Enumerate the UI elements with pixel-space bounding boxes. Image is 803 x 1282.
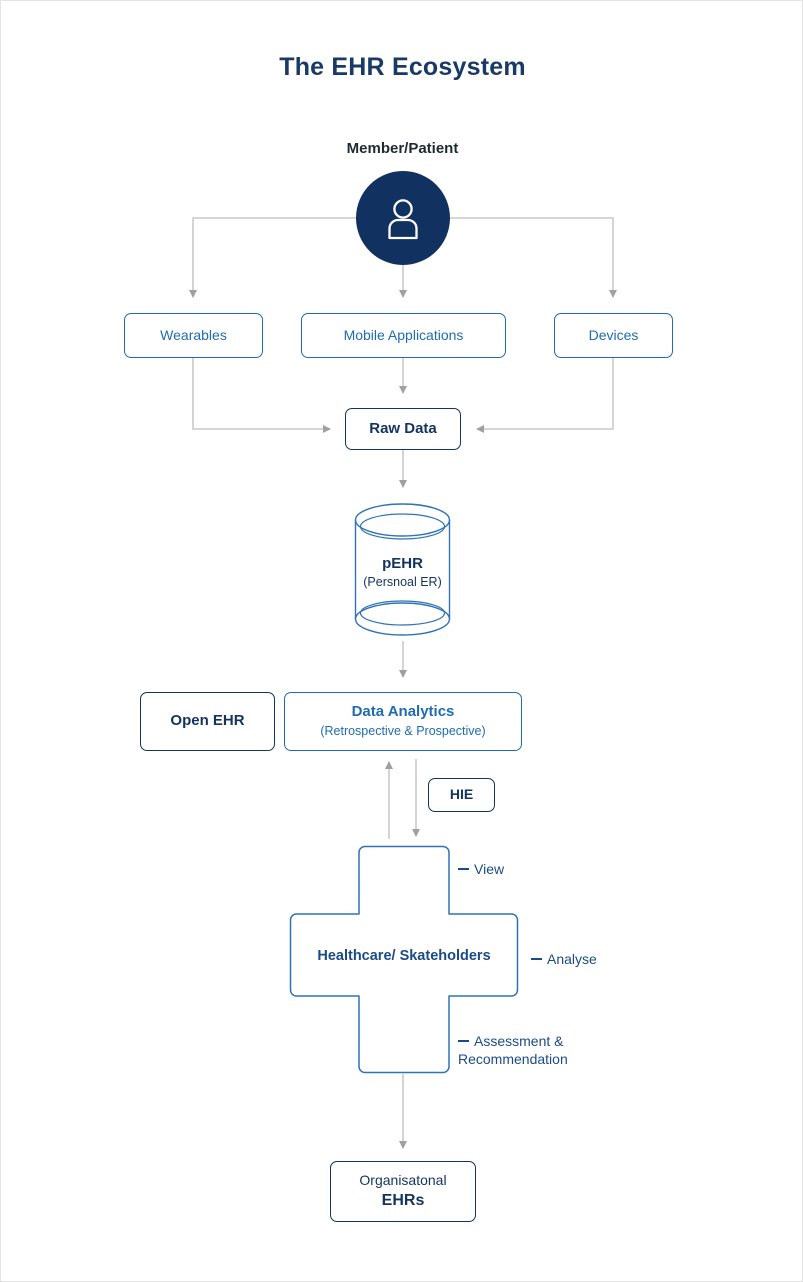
node-pehr-subtitle: (Persnoal ER) <box>363 574 442 589</box>
node-data-analytics[interactable]: Data Analytics (Retrospective & Prospect… <box>284 692 522 751</box>
node-raw-data[interactable]: Raw Data <box>345 408 461 450</box>
node-pehr-label: pEHR (Persnoal ER) <box>353 554 452 590</box>
node-devices[interactable]: Devices <box>554 313 673 358</box>
annotation-analyse: Analyse <box>531 951 597 969</box>
node-healthcare-stakeholders-label: Healthcare/ Skateholders <box>317 948 491 964</box>
node-hie[interactable]: HIE <box>428 778 495 812</box>
node-organisational-ehrs-line1: Organisatonal <box>359 1171 447 1188</box>
diagram-canvas: The EHR Ecosystem Member/Patient Wearabl… <box>1 1 802 1281</box>
page-title: The EHR Ecosystem <box>279 53 526 81</box>
node-devices-label: Devices <box>588 326 639 343</box>
person-icon <box>388 199 418 240</box>
annotation-assessment-label: Assessment & Recommendation <box>458 1033 568 1067</box>
member-patient-label: Member/Patient <box>346 140 459 157</box>
dash-icon <box>531 958 542 960</box>
node-data-analytics-title: Data Analytics <box>351 703 455 721</box>
annotation-analyse-label: Analyse <box>547 951 597 967</box>
diagram-page: The EHR Ecosystem Member/Patient Wearabl… <box>0 0 803 1282</box>
annotation-view-label: View <box>474 861 505 877</box>
node-hie-label: HIE <box>449 786 474 803</box>
dash-icon <box>458 868 469 870</box>
dash-icon <box>458 1040 469 1042</box>
node-organisational-ehrs[interactable]: Organisatonal EHRs <box>330 1161 476 1222</box>
annotation-assessment: Assessment & Recommendation <box>458 1033 638 1069</box>
node-wearables-label: Wearables <box>160 326 227 343</box>
node-wearables[interactable]: Wearables <box>124 313 263 358</box>
member-patient-avatar <box>356 171 450 265</box>
node-open-ehr-label: Open EHR <box>170 712 245 730</box>
node-mobile-applications-label: Mobile Applications <box>343 326 464 343</box>
node-organisational-ehrs-line2: EHRs <box>381 1192 425 1210</box>
node-open-ehr[interactable]: Open EHR <box>140 692 275 751</box>
node-raw-data-label: Raw Data <box>369 419 437 437</box>
node-pehr-title: pEHR <box>382 555 423 572</box>
node-mobile-applications[interactable]: Mobile Applications <box>301 313 506 358</box>
node-data-analytics-subtitle: (Retrospective & Prospective) <box>320 724 486 739</box>
annotation-view: View <box>458 861 504 879</box>
